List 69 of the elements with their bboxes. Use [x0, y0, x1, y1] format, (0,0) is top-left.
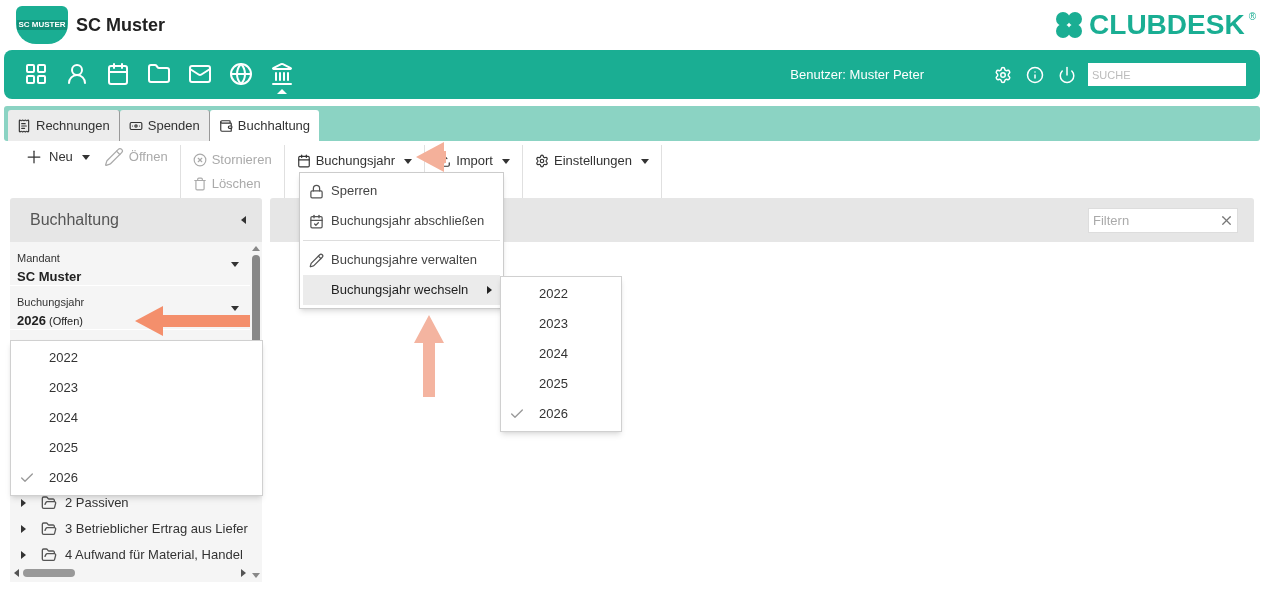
panel-title: Buchhaltung	[30, 210, 119, 230]
tab[interactable]: Spenden	[119, 110, 210, 141]
year-option[interactable]: 2022	[11, 343, 262, 373]
club-logo: SC MUSTER	[16, 6, 68, 44]
settings-icon	[535, 154, 549, 168]
menu-item[interactable]: Buchungsjahr abschließen	[303, 206, 500, 236]
search-field[interactable]: SUCHE	[1088, 63, 1246, 86]
caret-icon	[231, 306, 239, 311]
year-option[interactable]: 2023	[11, 373, 262, 403]
folder-icon	[41, 495, 57, 511]
year-option[interactable]: 2024	[501, 339, 621, 369]
annotation-arrow-overlay	[416, 140, 446, 174]
tree-item[interactable]: 4 Aufwand für Material, Handel	[10, 542, 250, 568]
folder-icon	[41, 547, 57, 563]
scrollbar-thumb[interactable]	[23, 569, 75, 577]
folder-icon	[41, 521, 57, 537]
menu-item[interactable]: Buchungsjahr wechseln	[303, 275, 500, 305]
caret-icon	[252, 246, 260, 251]
field-label: Buchungsjahr	[17, 295, 85, 310]
user-label: Benutzer: Muster Peter	[790, 65, 924, 84]
menu-item[interactable]: Sperren	[303, 176, 500, 206]
brand-name: CLUBDESK	[1089, 9, 1245, 41]
caret-icon	[231, 262, 239, 267]
tree-item[interactable]: 2 Passiven	[10, 490, 250, 516]
calendar-icon	[106, 61, 130, 86]
year-option[interactable]: 2022	[501, 279, 621, 309]
dashboard-icon	[24, 61, 48, 86]
year-option[interactable]: 2026	[11, 463, 262, 493]
folder-icon	[147, 61, 171, 86]
club-name: SC Muster	[76, 13, 165, 37]
info-icon[interactable]	[1026, 65, 1044, 84]
collapse-button[interactable]	[241, 216, 246, 224]
year-option[interactable]: 2025	[501, 369, 621, 399]
receipt-icon	[17, 118, 31, 133]
registered-mark: ®	[1248, 10, 1256, 24]
caret-icon	[21, 499, 26, 507]
bank-icon	[270, 61, 294, 86]
cancel-icon	[192, 152, 207, 167]
toolbar-button[interactable]: Buchungsjahr	[296, 149, 413, 173]
menu-item[interactable]: Buchungsjahre verwalten	[303, 245, 500, 275]
calendar-icon	[296, 154, 311, 168]
calendar-check-icon	[309, 213, 324, 229]
tab[interactable]: Rechnungen	[8, 110, 120, 141]
caret-icon	[241, 216, 246, 224]
field-value: SC Muster	[17, 267, 82, 286]
caret-icon	[14, 569, 19, 577]
wallet-icon	[218, 118, 233, 133]
tree-item[interactable]: 3 Betrieblicher Ertrag aus Liefer	[10, 516, 250, 542]
year-option[interactable]: 2026	[501, 399, 621, 429]
lock-icon	[309, 183, 324, 199]
select-field[interactable]: Mandant SC Muster	[10, 242, 250, 286]
filter-field[interactable]: Filtern	[1088, 207, 1238, 233]
pencil-icon	[309, 252, 324, 268]
power-icon[interactable]	[1058, 65, 1076, 84]
year-option[interactable]: 2023	[501, 309, 621, 339]
caret-icon	[21, 525, 26, 533]
caret-icon	[21, 551, 26, 559]
pencil-icon	[103, 147, 124, 167]
field-value: 2026 (Offen)	[17, 311, 84, 330]
globe-icon	[229, 61, 253, 86]
toolbar-button[interactable]: Neu	[24, 145, 90, 169]
tab[interactable]: Buchhaltung	[209, 110, 320, 141]
year-option[interactable]: 2025	[11, 433, 262, 463]
field-label: Mandant	[17, 251, 61, 266]
toolbar-button[interactable]: Einstellungen	[535, 149, 650, 173]
year-option[interactable]: 2024	[11, 403, 262, 433]
settings-icon[interactable]	[994, 65, 1012, 84]
user-icon	[65, 61, 89, 86]
trash-icon	[192, 176, 207, 191]
